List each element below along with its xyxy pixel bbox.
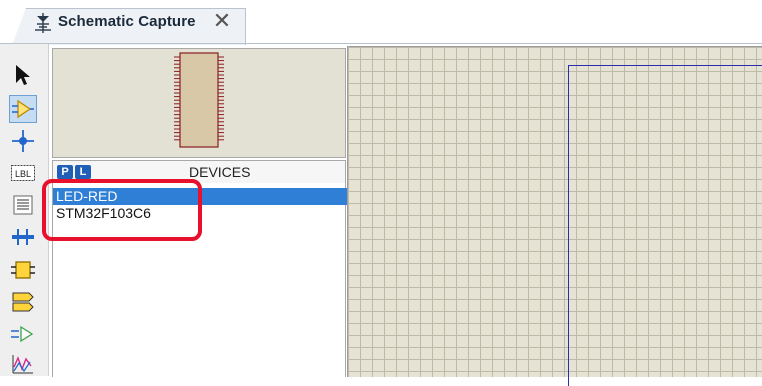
tab-divider [0, 43, 762, 44]
device-pins-icon[interactable] [10, 321, 36, 347]
document-tab-strip: Schematic Capture ✕ [0, 0, 762, 45]
pick-devices-button[interactable]: P [57, 165, 73, 179]
tab-title: Schematic Capture [58, 13, 196, 30]
schematic-icon [35, 13, 51, 33]
highlight-annotation [42, 179, 202, 241]
schematic-canvas[interactable] [347, 46, 762, 386]
terminals-icon[interactable] [10, 289, 36, 315]
devices-title: DEVICES [189, 164, 251, 180]
graph-icon[interactable] [10, 351, 36, 377]
wire-label-icon[interactable]: LBL [10, 160, 36, 186]
buses-icon[interactable] [10, 224, 36, 250]
component-mode-icon[interactable] [9, 95, 37, 123]
text-script-icon[interactable] [10, 192, 36, 218]
chip-preview-icon [174, 52, 224, 148]
close-icon[interactable]: ✕ [212, 10, 232, 32]
junction-dot-icon[interactable] [10, 128, 36, 154]
subcircuit-icon[interactable] [10, 257, 36, 283]
component-preview [52, 48, 346, 158]
selection-mode-icon[interactable] [10, 62, 36, 88]
svg-text:LBL: LBL [15, 169, 31, 179]
library-manager-button[interactable]: L [75, 165, 91, 179]
sheet-border [568, 65, 762, 386]
